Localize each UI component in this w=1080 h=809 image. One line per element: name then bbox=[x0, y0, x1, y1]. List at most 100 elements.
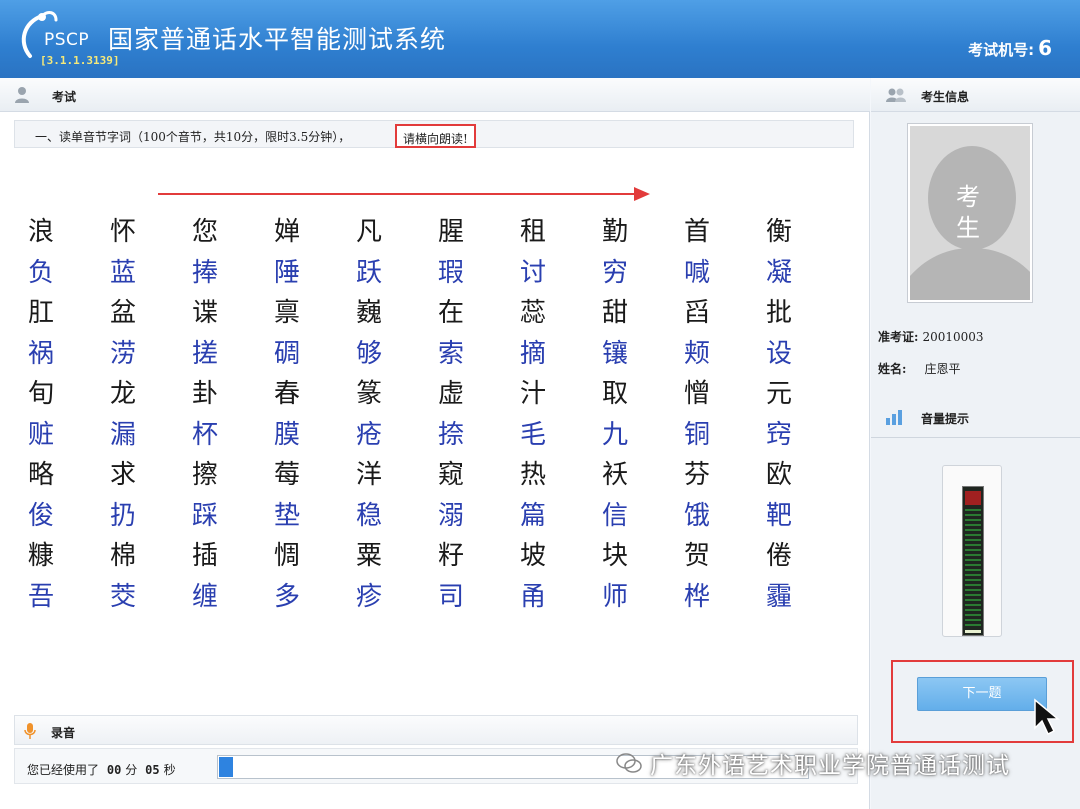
candidate-id-value: 20010003 bbox=[922, 330, 984, 344]
timer-prefix: 您已经使用了 bbox=[27, 763, 100, 777]
syllable-char: 袄 bbox=[602, 460, 629, 490]
candidate-name-value: 庄恩平 bbox=[924, 362, 961, 376]
syllable-char: 舀 bbox=[684, 298, 711, 328]
syllable-char: 稳 bbox=[356, 500, 383, 531]
meter-segment bbox=[965, 534, 981, 536]
meter-segment bbox=[965, 589, 981, 591]
syllable-char: 颊 bbox=[684, 338, 711, 369]
volume-label: 音量提示 bbox=[921, 412, 970, 426]
candidate-id: 准考证: 20010003 bbox=[878, 328, 984, 345]
logo-text: PSCP bbox=[44, 30, 90, 50]
syllable-char: 疮 bbox=[356, 419, 383, 450]
meter-segment bbox=[965, 549, 981, 551]
syllable-char: 碉 bbox=[274, 338, 301, 369]
syllable-char: 扔 bbox=[110, 500, 137, 531]
syllable-char: 疹 bbox=[356, 581, 383, 612]
elapsed-time: 您已经使用了 00 分 05 秒 bbox=[27, 761, 176, 778]
candidates-icon bbox=[886, 88, 906, 102]
syllable-char: 肛 bbox=[28, 298, 55, 328]
app-title: 国家普通话水平智能测试系统 bbox=[108, 25, 447, 54]
exam-panel: 考试 一、读单音节字词（100个音节，共10分，限时3.5分钟）， 请横向朗读!… bbox=[0, 78, 870, 809]
mouse-cursor-icon bbox=[1034, 698, 1061, 736]
syllable-char: 怀 bbox=[110, 217, 137, 247]
meter-segment bbox=[965, 539, 981, 541]
meter-segment bbox=[965, 599, 981, 601]
syllable-char: 求 bbox=[110, 460, 137, 490]
timer-seconds: 05 bbox=[145, 763, 160, 777]
meter-segment bbox=[965, 624, 981, 626]
syllable-char: 设 bbox=[766, 338, 793, 369]
wechat-watermark-icon bbox=[616, 753, 642, 773]
recording-label: 录音 bbox=[51, 726, 76, 740]
syllable-char: 膜 bbox=[274, 419, 301, 450]
syllable-char: 块 bbox=[602, 541, 629, 571]
exam-section-bar: 考试 bbox=[0, 78, 870, 112]
syllable-char: 祸 bbox=[28, 338, 55, 369]
meter-segment bbox=[965, 524, 981, 526]
syllable-char: 司 bbox=[438, 581, 465, 612]
meter-segment bbox=[965, 514, 981, 516]
meter-segment bbox=[965, 609, 981, 611]
meter-segment bbox=[965, 619, 981, 621]
syllable-char: 腥 bbox=[438, 217, 465, 247]
machine-value: 6 bbox=[1038, 36, 1052, 60]
syllable-char: 巍 bbox=[356, 298, 383, 328]
microphone-icon bbox=[24, 723, 36, 739]
syllable-char: 棉 bbox=[110, 541, 137, 571]
syllable-char: 搓 bbox=[192, 338, 219, 369]
timer-minutes: 00 bbox=[106, 763, 122, 777]
read-horizontally-hint: 请横向朗读! bbox=[395, 124, 476, 148]
syllable-char: 盆 bbox=[110, 298, 137, 328]
meter-segment bbox=[965, 554, 981, 556]
syllable-char: 租 bbox=[520, 217, 547, 247]
syllable-char: 批 bbox=[766, 298, 793, 328]
instruction-bar: 一、读单音节字词（100个音节，共10分，限时3.5分钟）， 请横向朗读! bbox=[14, 120, 854, 148]
volume-meter bbox=[942, 465, 1002, 637]
syllable-char: 跃 bbox=[356, 257, 383, 288]
syllable-char: 踩 bbox=[192, 500, 219, 531]
app-header: PSCP [3.1.1.3139] 国家普通话水平智能测试系统 考试机号: 6 bbox=[0, 0, 1080, 78]
next-question-button[interactable]: 下一题 bbox=[917, 677, 1047, 711]
volume-bars-icon bbox=[886, 410, 902, 425]
syllable-char: 惆 bbox=[274, 541, 301, 571]
volume-peak-zone bbox=[965, 491, 981, 505]
syllable-char: 杯 bbox=[192, 419, 219, 450]
meter-segment bbox=[965, 564, 981, 566]
syllable-char: 吾 bbox=[28, 581, 55, 612]
syllable-char: 凝 bbox=[766, 257, 793, 288]
watermark-text: 广东外语艺术职业学院普通话测试 bbox=[650, 753, 1010, 779]
meter-segment bbox=[965, 584, 981, 586]
syllable-char: 芬 bbox=[684, 460, 711, 490]
syllable-char: 茭 bbox=[110, 581, 137, 612]
syllable-char: 谍 bbox=[192, 298, 219, 328]
recording-bar: 录音 bbox=[14, 715, 858, 745]
syllable-char: 讨 bbox=[520, 257, 547, 288]
meter-segment bbox=[965, 574, 981, 576]
syllable-char: 在 bbox=[438, 298, 465, 328]
character-grid: 浪 怀 您 婵 凡 腥 租 勤 首 衡负 蓝 捧 陲 跃 瑕 讨 穷 喊 凝肛 盆 谍 禀 巍 在 蕊 甜 舀 批祸 涝 搓 碉 够 索 摘 镶 颊 设… bbox=[22, 212, 842, 617]
volume-level-fill bbox=[965, 630, 981, 633]
syllable-char: 镶 bbox=[602, 338, 629, 369]
syllable-char: 龙 bbox=[110, 379, 137, 409]
syllable-char: 憎 bbox=[684, 379, 711, 409]
meter-segment bbox=[965, 569, 981, 571]
syllable-char: 欧 bbox=[766, 460, 793, 490]
syllable-char: 蕊 bbox=[520, 298, 547, 328]
progress-fill bbox=[219, 757, 233, 777]
meter-segment bbox=[965, 529, 981, 531]
meter-segment bbox=[965, 559, 981, 561]
meter-segment bbox=[965, 509, 981, 511]
candidate-info-label: 考生信息 bbox=[921, 90, 970, 104]
meter-segment bbox=[965, 519, 981, 521]
syllable-char: 九 bbox=[602, 419, 629, 450]
meter-segment bbox=[965, 604, 981, 606]
syllable-char: 窥 bbox=[438, 460, 465, 490]
syllable-char: 多 bbox=[274, 581, 301, 612]
syllable-char: 负 bbox=[28, 257, 55, 288]
timer-sec-unit: 秒 bbox=[163, 763, 176, 777]
candidate-info-header: 考生信息 bbox=[871, 78, 1080, 112]
syllable-char: 索 bbox=[438, 338, 465, 369]
syllable-char: 俊 bbox=[28, 500, 55, 531]
syllable-char: 糠 bbox=[28, 541, 55, 571]
syllable-char: 旬 bbox=[28, 379, 55, 409]
